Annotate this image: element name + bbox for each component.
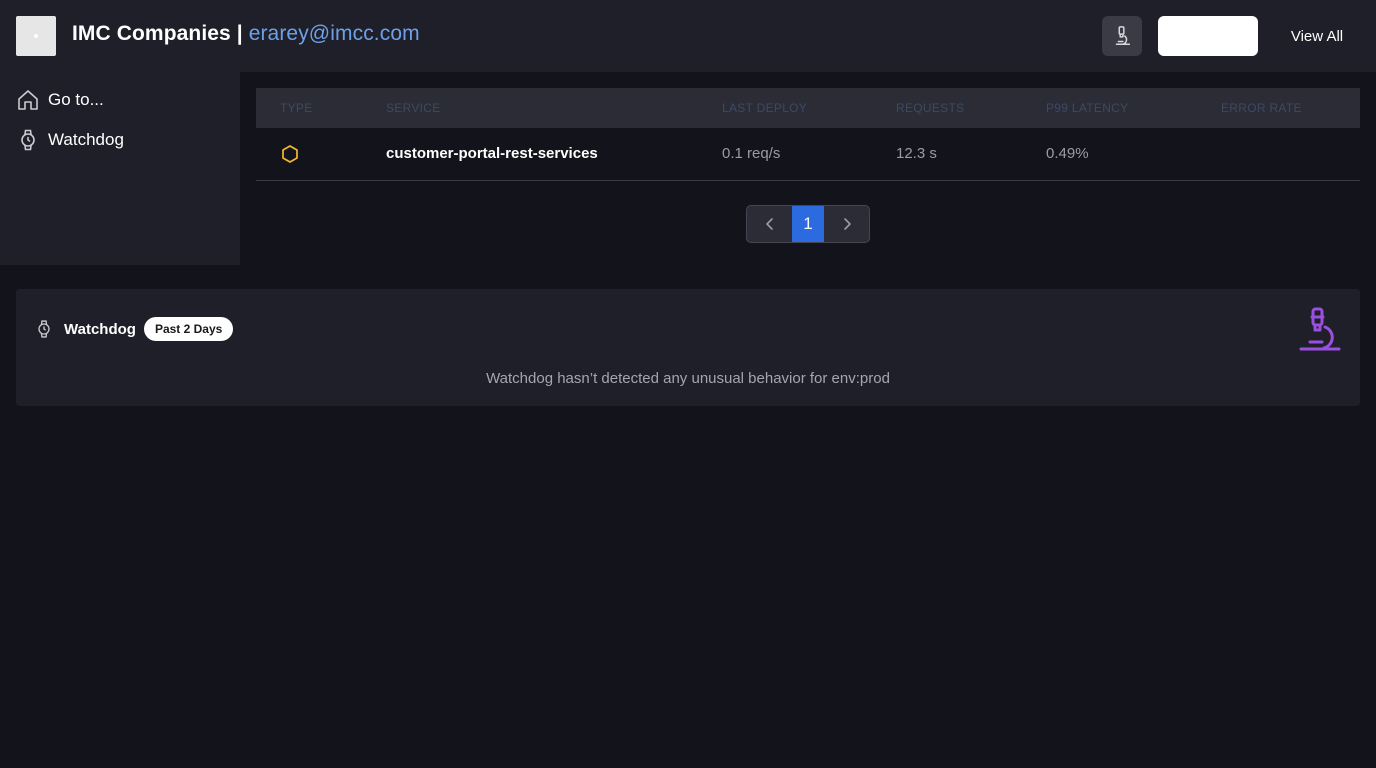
column-header-error-rate[interactable]: ERROR RATE [1221,101,1302,115]
company-name: IMC Companies [72,22,231,45]
column-header-last-deploy[interactable]: LAST DEPLOY [722,101,807,115]
watchdog-panel-header: Watchdog Past 2 Days [34,317,234,341]
requests-cell: 12.3 s [896,145,937,162]
chevron-left-icon [765,218,773,230]
services-table: TYPE SERVICE LAST DEPLOY REQUESTS P99 LA… [256,88,1360,181]
p99-latency-cell: 0.49% [1046,145,1089,162]
column-header-p99-latency[interactable]: P99 LATENCY [1046,101,1128,115]
sidebar-item-watchdog[interactable]: Watchdog [16,126,124,154]
sidebar: Go to... Watchdog [0,72,240,265]
header-action-button[interactable] [1158,16,1258,56]
top-header: IMC Companies | erarey@imcc.com View All [0,0,1376,72]
sidebar-item-label: Go to... [48,90,104,109]
sidebar-item-goto[interactable]: Go to... [16,86,104,114]
watchdog-panel: Watchdog Past 2 Days Watchdog hasn’t det… [16,289,1360,406]
view-all-link[interactable]: View All [1274,16,1360,56]
table-row[interactable]: customer-portal-rest-services 0.1 req/s … [256,128,1360,181]
microscope-icon [1298,306,1342,352]
sidebar-item-label: Watchdog [48,130,124,149]
column-header-type[interactable]: TYPE [280,101,313,115]
last-deploy-cell: 0.1 req/s [722,145,781,162]
chevron-right-icon [843,218,851,230]
current-page-button[interactable]: 1 [792,206,824,242]
column-header-service[interactable]: SERVICE [386,101,441,115]
time-range-badge[interactable]: Past 2 Days [143,317,234,341]
watchdog-panel-title: Watchdog [64,320,136,338]
microscope-button[interactable] [1102,16,1142,56]
next-page-button[interactable] [824,206,869,242]
hexagon-icon [280,144,300,169]
watch-icon [16,128,40,152]
home-icon [16,88,40,112]
microscope-icon [1115,26,1131,45]
page-title: IMC Companies | erarey@imcc.com [72,22,420,46]
column-header-requests[interactable]: REQUESTS [896,101,964,115]
pagination: 1 [746,205,870,243]
previous-page-button[interactable] [747,206,792,242]
company-logo[interactable] [16,16,56,56]
title-separator: | [236,22,243,45]
service-name[interactable]: customer-portal-rest-services [386,145,598,162]
watch-icon [34,317,54,341]
user-email[interactable]: erarey@imcc.com [249,22,420,45]
watchdog-empty-message: Watchdog hasn’t detected any unusual beh… [486,370,890,387]
table-header: TYPE SERVICE LAST DEPLOY REQUESTS P99 LA… [256,88,1360,128]
